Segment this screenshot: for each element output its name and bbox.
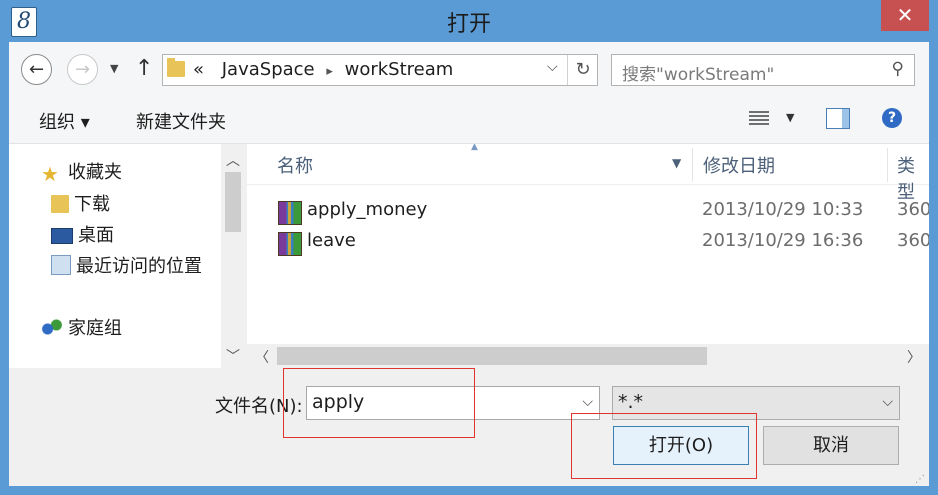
scroll-down-icon[interactable]: ﹀ [226,346,240,366]
refresh-icon: ↻ [575,59,591,80]
navigation-bar: ← → ▼ ↑ « JavaSpace ▸ workStream ⌵ ↻ 搜索"… [9,42,929,97]
sidebar-item-desktop[interactable]: 桌面 [51,221,114,247]
search-icon[interactable]: ⚲ [892,59,904,79]
up-folder-button[interactable]: ↑ [135,56,153,81]
sidebar-item-label: 家庭组 [68,318,122,339]
star-icon: ★ [41,162,59,186]
address-bar[interactable]: « JavaSpace ▸ workStream ⌵ ↻ [162,54,598,86]
view-options-dropdown[interactable]: ▼ [786,111,794,124]
scrollbar-thumb[interactable] [277,347,707,365]
folder-icon [167,58,185,77]
file-row[interactable]: apply_money 2013/10/29 10:33 360 [247,197,929,227]
highlight-box-filename [283,368,475,438]
close-button[interactable]: ✕ [881,0,929,31]
forward-button[interactable]: → [67,54,98,85]
column-divider[interactable] [887,148,888,182]
scrollbar-thumb[interactable] [225,172,241,232]
recent-locations-dropdown[interactable]: ▼ [110,62,118,75]
open-file-dialog: 8 打开 ✕ ← → ▼ ↑ « JavaSpace ▸ workStream … [0,0,938,495]
column-header-row: 名称 ▲ ▼ 修改日期 类型 [247,144,929,203]
highlight-box-open-button [571,413,757,479]
file-type: 360 [897,230,929,251]
sidebar-item-recent-places[interactable]: 最近访问的位置 [51,252,202,278]
homegroup-icon [41,317,63,337]
column-filter-icon[interactable]: ▼ [672,156,681,170]
help-icon[interactable]: ? [882,108,902,128]
sidebar-item-label: 最近访问的位置 [76,256,202,277]
command-toolbar: 组织 ▾ 新建文件夹 ▼ ? [9,97,929,144]
rar-archive-icon [278,232,302,256]
close-icon: ✕ [896,3,914,27]
back-arrow-icon: ← [28,59,45,80]
search-input[interactable]: 搜索"workStream" [622,60,774,85]
file-name: apply_money [307,199,428,220]
file-date: 2013/10/29 10:33 [702,199,864,220]
cancel-button[interactable]: 取消 [763,426,899,465]
file-list-horizontal-scrollbar[interactable]: 〈 〉 [247,344,929,368]
view-options-icon[interactable] [749,109,769,127]
sidebar-item-label: 桌面 [78,225,114,246]
column-header-date[interactable]: 修改日期 [703,152,775,178]
breadcrumb: « JavaSpace ▸ workStream [193,59,453,80]
file-type: 360 [897,199,929,220]
file-row[interactable]: leave 2013/10/29 16:36 360 [247,228,929,258]
column-divider[interactable] [692,148,693,182]
refresh-button[interactable]: ↻ [567,55,598,85]
scroll-right-icon[interactable]: 〉 [907,347,921,367]
file-list: 名称 ▲ ▼ 修改日期 类型 apply_money 2013/10/29 10… [247,144,929,368]
window-title: 打开 [446,12,491,37]
resize-grip-icon[interactable]: ⋰ [915,474,925,485]
up-arrow-icon: ↑ [135,56,154,81]
preview-pane-icon[interactable] [826,108,850,129]
sort-ascending-icon: ▲ [471,144,478,152]
file-type-value: *.* [618,391,644,413]
downloads-folder-icon [51,195,69,213]
navigation-pane: ★ 收藏夹 下载 桌面 最近访问的位置 家庭组 [9,144,221,368]
recent-places-icon [51,255,71,275]
scroll-left-icon[interactable]: 〈 [255,347,269,367]
sidebar-item-downloads[interactable]: 下载 [51,190,110,216]
chevron-down-icon[interactable]: ⌵ [582,394,593,410]
chevron-down-icon[interactable]: ⌵ [547,59,558,75]
desktop-icon [51,228,73,244]
file-date: 2013/10/29 16:36 [702,230,864,251]
breadcrumb-separator-icon[interactable]: ▸ [320,64,339,79]
breadcrumb-item-workstream[interactable]: workStream [345,59,454,80]
organize-menu[interactable]: 组织 ▾ [39,108,90,134]
breadcrumb-overflow[interactable]: « [193,59,204,80]
sidebar-item-homegroup[interactable]: 家庭组 [41,314,122,340]
dialog-client-area: ← → ▼ ↑ « JavaSpace ▸ workStream ⌵ ↻ 搜索"… [9,42,929,486]
column-header-name[interactable]: 名称 [277,152,313,178]
sidebar-item-favorites[interactable]: ★ 收藏夹 [41,158,122,186]
sidebar-item-label: 收藏夹 [68,162,122,183]
search-box[interactable]: 搜索"workStream" ⚲ [611,54,915,86]
back-button[interactable]: ← [21,54,52,85]
rar-archive-icon [278,201,302,225]
chevron-down-icon[interactable]: ⌵ [882,394,893,410]
navigation-pane-scrollbar[interactable]: ︿ ﹀ [221,144,245,368]
new-folder-button[interactable]: 新建文件夹 [136,108,226,134]
forward-arrow-icon: → [74,59,91,80]
title-bar[interactable]: 8 打开 ✕ [0,0,938,42]
file-name: leave [307,230,356,251]
scroll-up-icon[interactable]: ︿ [226,150,240,170]
sidebar-item-label: 下载 [74,194,110,215]
breadcrumb-item-javaspace[interactable]: JavaSpace [222,59,315,80]
